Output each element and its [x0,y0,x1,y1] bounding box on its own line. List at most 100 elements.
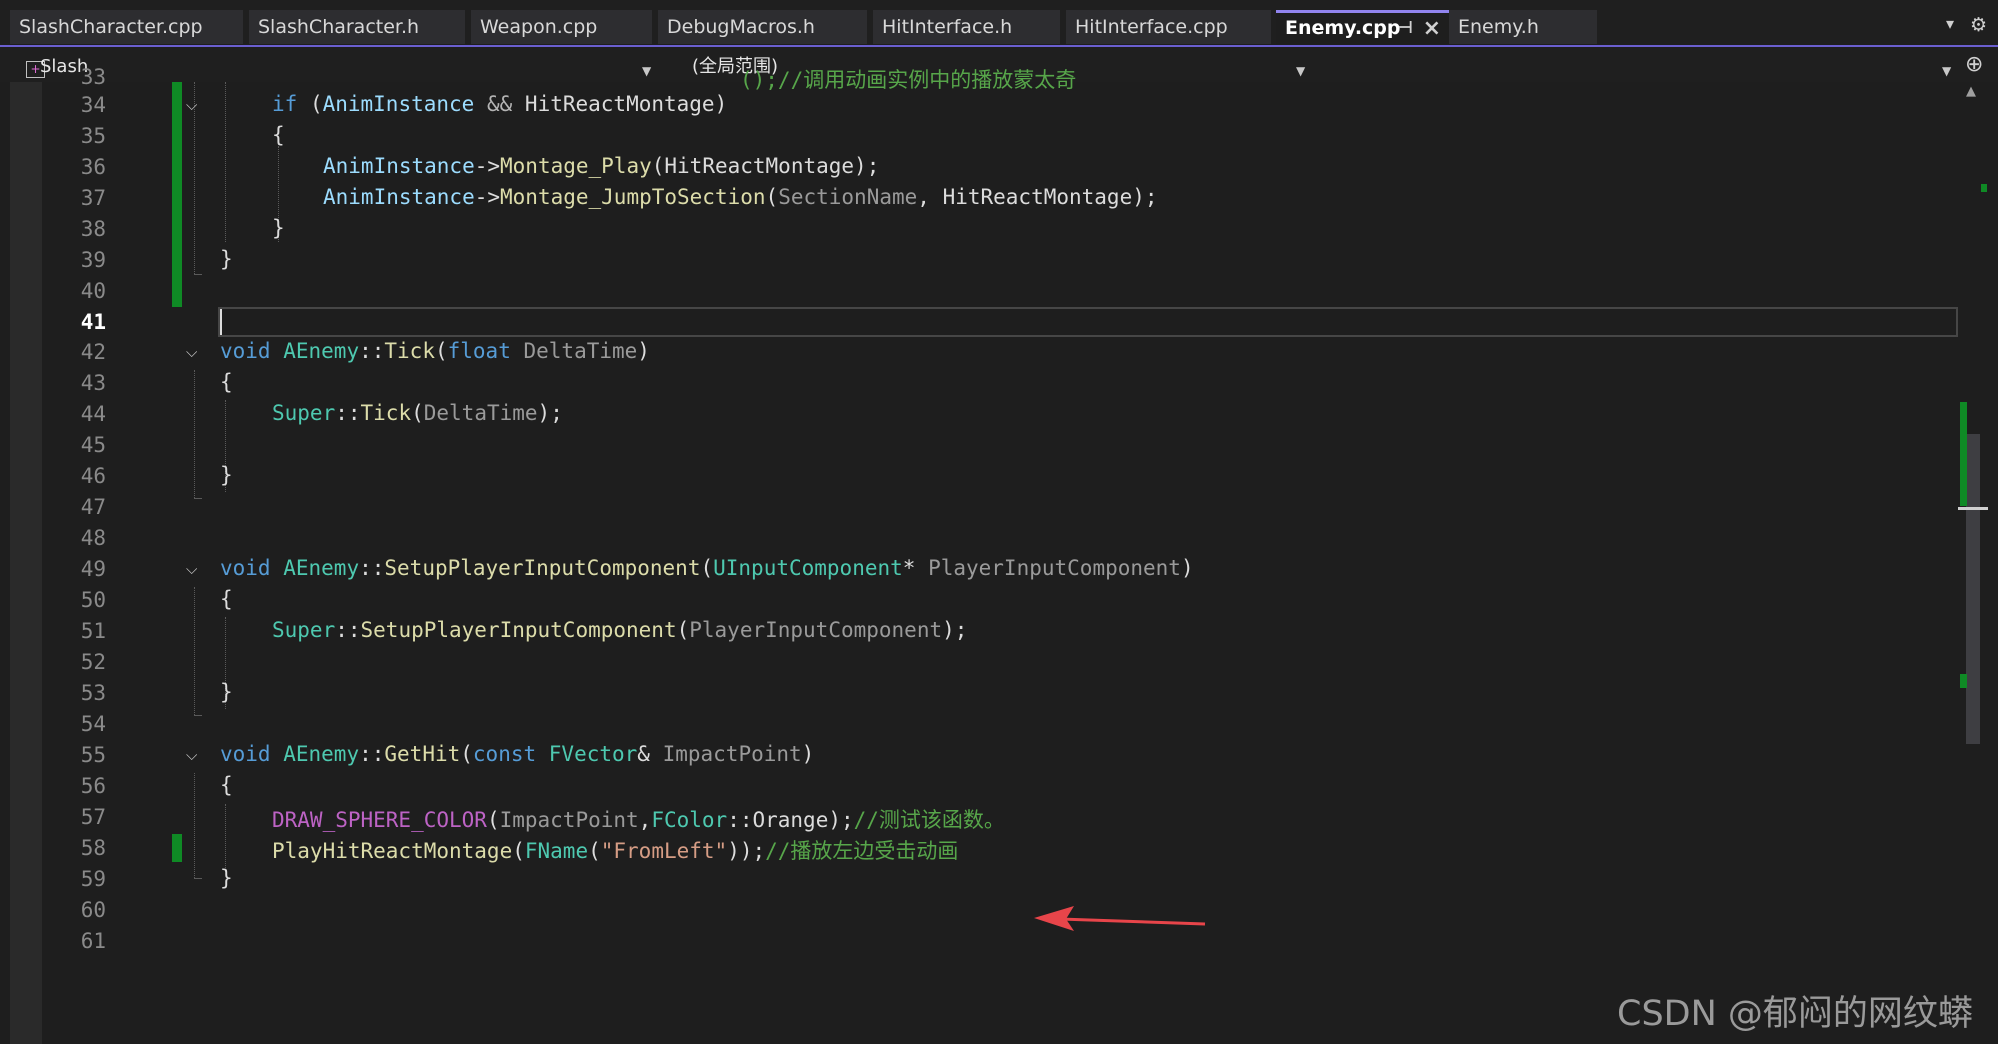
fold-guide [194,370,195,498]
fold-guide-end [194,498,202,499]
code-line-43: { [220,370,233,394]
annotation-arrow-icon [1034,906,1206,931]
scroll-change-marker [1960,402,1967,506]
fold-guide-end [194,274,202,275]
fold-guide-end [194,878,202,879]
tab-label: DebugMacros.h [667,16,815,38]
settings-gear-icon[interactable]: ⚙ [1970,14,1987,36]
tab-slashcharacter-h[interactable]: SlashCharacter.h [249,10,465,44]
fold-chevron-icon[interactable]: ⌵ [186,343,197,361]
code-line-39: } [220,247,233,271]
change-marker [172,834,182,862]
current-line-number: 41 [80,310,106,334]
tab-weapon-cpp[interactable]: Weapon.cpp [471,10,652,44]
code-line-58: PlayHitReactMontage(FName("FromLeft"));/… [272,839,959,863]
line-number: 39 [80,248,106,272]
text-caret [220,309,222,335]
code-line-37: AnimInstance->Montage_JumpToSection(Sect… [323,185,1158,209]
line-number: 51 [80,619,106,643]
code-line-35: { [272,123,285,147]
change-marker [172,82,182,307]
line-number: 35 [80,124,106,148]
line-number: 49 [80,557,106,581]
code-line-34: if (AnimInstance && HitReactMontage) [272,92,728,116]
line-number: 37 [80,186,106,210]
scroll-up-icon[interactable]: ▲ [1966,84,1976,99]
line-number: 57 [80,805,106,829]
line-number: 43 [80,371,106,395]
indent-guide [225,82,226,242]
tab-debugmacros-h[interactable]: DebugMacros.h [658,10,867,44]
code-line-49: void AEnemy::SetupPlayerInputComponent(U… [220,556,1194,580]
code-line-51: Super::SetupPlayerInputComponent(PlayerI… [272,618,968,642]
code-line-46: } [220,463,233,487]
tab-overflow-icon[interactable]: ▾ [1946,14,1954,33]
fold-guide [194,773,195,878]
code-line-36: AnimInstance->Montage_Play(HitReactMonta… [323,154,880,178]
fold-guide [194,82,195,274]
tab-label: HitInterface.h [882,16,1013,38]
document-tab-strip: SlashCharacter.cpp SlashCharacter.h Weap… [0,0,1998,44]
line-number: 58 [80,836,106,860]
tab-slashcharacter-cpp[interactable]: SlashCharacter.cpp [10,10,243,44]
fold-chevron-icon[interactable]: ⌵ [186,560,197,578]
line-number: 46 [80,464,106,488]
code-line-56: { [220,773,233,797]
line-number: 38 [80,217,106,241]
line-number: 40 [80,279,106,303]
project-dropdown[interactable]: + Slash ▼ [12,53,658,81]
code-line-33: ();//调用动画实例中的播放蒙太奇 [740,68,1077,92]
scroll-change-marker [1960,674,1967,688]
line-number: 36 [80,155,106,179]
vertical-scrollbar[interactable]: ▲ [1958,82,1988,1044]
code-line-44: Super::Tick(DeltaTime); [272,401,563,425]
fold-chevron-icon[interactable]: ⌵ [186,746,197,764]
indent-guide [225,804,226,872]
split-editor-icon[interactable]: ⊕ [1965,52,1983,77]
code-line-38: } [272,216,285,240]
tab-label: Enemy.cpp [1285,17,1401,39]
fold-chevron-icon[interactable]: ⌵ [186,96,197,114]
current-line-highlight [218,307,1958,337]
fold-guide-end [194,715,202,716]
chevron-down-icon: ▼ [642,64,652,78]
code-line-50: { [220,587,233,611]
line-number: 47 [80,495,106,519]
chevron-down-icon: ▼ [1296,64,1306,78]
scrollbar-thumb[interactable] [1966,434,1980,744]
line-number: 56 [80,774,106,798]
tab-label: Weapon.cpp [480,16,598,38]
tab-enemy-cpp[interactable]: Enemy.cpp ⊣ × [1276,10,1449,44]
tab-label: HitInterface.cpp [1075,16,1228,38]
member-dropdown[interactable]: ▼ [1316,53,1956,81]
watermark: CSDN @郁闷的网纹蟒 [1617,994,1973,1034]
line-number: 50 [80,588,106,612]
line-number: 42 [80,340,106,364]
fold-guide [194,587,195,715]
tab-close-icon[interactable]: × [1423,13,1441,44]
chevron-down-icon: ▼ [1942,64,1952,78]
tab-label: Enemy.h [1458,16,1539,38]
line-number: 52 [80,650,106,674]
line-number: 48 [80,526,106,550]
code-line-59: } [220,866,233,890]
line-number: 59 [80,867,106,891]
code-line-57: DRAW_SPHERE_COLOR(ImpactPoint,FColor::Or… [272,808,1005,832]
line-number: 54 [80,712,106,736]
tab-label: SlashCharacter.h [258,16,420,38]
code-line-53: } [220,680,233,704]
line-number: 53 [80,681,106,705]
indicator-margin [10,82,42,1044]
tab-pin-icon[interactable]: ⊣ [1397,13,1413,44]
tab-hitinterface-h[interactable]: HitInterface.h [873,10,1060,44]
line-number: 55 [80,743,106,767]
scroll-change-marker [1981,184,1987,192]
scroll-position-marker [1958,507,1988,510]
code-line-42: void AEnemy::Tick(float DeltaTime) [220,339,650,363]
line-number: 61 [80,929,106,953]
line-number: 44 [80,402,106,426]
tab-label: SlashCharacter.cpp [19,16,203,38]
tab-hitinterface-cpp[interactable]: HitInterface.cpp [1066,10,1271,44]
code-editor[interactable]: 33 34 35 36 37 38 39 40 41 42 43 44 45 4… [0,65,1998,1044]
tab-enemy-h[interactable]: Enemy.h [1449,10,1597,44]
